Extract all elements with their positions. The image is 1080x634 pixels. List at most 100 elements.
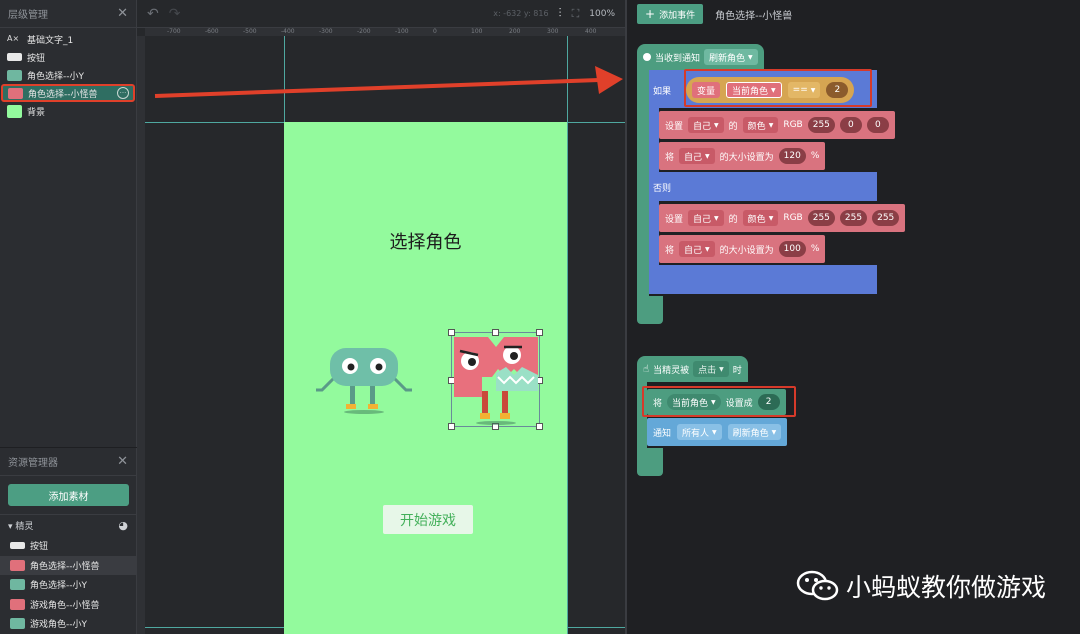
ruler-label: 100: [471, 28, 483, 35]
monster-selection-box[interactable]: [448, 329, 543, 430]
monster-red-thumb-icon: [10, 598, 25, 610]
resource-item[interactable]: 按钮: [0, 536, 136, 556]
ruler-labels: -700 -600 -500 -400 -300 -200 -100 0 100 200 300 40…: [145, 28, 625, 36]
ruler-label: 200: [509, 28, 521, 35]
property-dropdown[interactable]: 颜色 ▼: [742, 117, 779, 133]
event-dot-icon: [643, 53, 651, 61]
percent-label: %: [810, 151, 820, 161]
watermark-text: 小蚂蚁教你做游戏: [845, 573, 1046, 602]
set-label: 设置: [665, 214, 684, 225]
ruler-label: -400: [281, 28, 295, 35]
resource-item[interactable]: 角色选择--小Y: [0, 575, 136, 595]
layer-item-monster[interactable]: 角色选择--小怪兽 ···: [1, 84, 135, 102]
resource-item-label: 角色选择--小Y: [30, 581, 87, 592]
undo-icon[interactable]: ↶: [147, 6, 159, 22]
layer-item-background[interactable]: 背景: [0, 102, 136, 120]
resource-panel-title: 资源管理器: [8, 458, 58, 469]
red-monster-sprite: [454, 337, 538, 425]
resource-item-label: 游戏角色--小Y: [30, 620, 87, 631]
button-thumb-icon: [10, 542, 25, 550]
monster-red-thumb-icon: [10, 559, 25, 571]
close-icon[interactable]: ✕: [117, 7, 128, 20]
ruler-label: -200: [357, 28, 371, 35]
rgb-r-input[interactable]: 255: [807, 210, 835, 226]
sprite-section-header[interactable]: ▾ 精灵 ◕: [0, 514, 136, 536]
set-size-block[interactable]: 将 自己 ▼ 的大小设置为 120 %: [659, 142, 826, 170]
of-label: 的: [728, 121, 738, 132]
close-icon[interactable]: ✕: [117, 455, 128, 468]
target-dropdown[interactable]: 自己 ▼: [688, 117, 724, 133]
resource-item-label: 按钮: [30, 542, 49, 553]
stage-area: ↶ ↷ x: -632 y: 816 ⫶ ⛶ 100% -700 -600 -500…: [137, 0, 625, 634]
if-label: 如果: [653, 87, 672, 97]
event-receive-block[interactable]: 当收到通知 刷新角色 ▼: [637, 44, 764, 70]
redo-icon[interactable]: ↷: [169, 6, 181, 22]
rgb-g-input[interactable]: 255: [839, 210, 868, 226]
ruler-label: -300: [319, 28, 333, 35]
notify-message-dropdown[interactable]: 刷新角色 ▼: [727, 424, 782, 440]
rgb-b-input[interactable]: 255: [872, 210, 900, 226]
layer-item-label: 背景: [27, 107, 46, 118]
button-thumb-icon: [7, 53, 22, 61]
property-dropdown[interactable]: 颜色 ▼: [742, 210, 779, 226]
add-event-button[interactable]: + 添加事件: [637, 4, 704, 24]
size-prefix: 将: [665, 245, 675, 256]
monster-red-thumb-icon: [8, 87, 23, 99]
size-input[interactable]: 100: [778, 241, 806, 257]
layer-item-button[interactable]: 按钮: [0, 48, 136, 66]
message-dropdown[interactable]: 刷新角色 ▼: [704, 49, 758, 65]
resource-item[interactable]: 游戏角色--小Y: [0, 614, 136, 634]
monster-green-thumb-icon: [10, 618, 25, 630]
layer-item-text[interactable]: A× 基础文字_1: [0, 30, 136, 48]
resource-item-label: 角色选择--小怪兽: [30, 561, 100, 572]
resource-item-label: 游戏角色--小怪兽: [30, 600, 100, 611]
layer-item-label: 角色选择--小Y: [27, 71, 84, 82]
set-color-block[interactable]: 设置 自己 ▼ 的 颜色 ▼ RGB 255 255 255: [659, 204, 906, 232]
start-game-button[interactable]: 开始游戏: [383, 505, 473, 534]
size-input[interactable]: 120: [778, 148, 806, 164]
annotation-arrow: [154, 66, 623, 98]
set-size-block[interactable]: 将 自己 ▼ 的大小设置为 100 %: [659, 235, 826, 263]
ruler-label: 0: [433, 28, 437, 35]
target-dropdown[interactable]: 自己 ▼: [679, 148, 715, 164]
sprite-section-label: ▾ 精灵: [8, 522, 34, 532]
app-root: 层级管理 ✕ A× 基础文字_1 按钮 角色选择--小Y 角色选择--小怪兽 ·…: [0, 0, 1080, 634]
rgb-r-input[interactable]: 255: [807, 117, 835, 133]
adjust-icon[interactable]: ⫶: [559, 6, 562, 21]
event-body-left: [637, 70, 649, 296]
ruler-label: -500: [243, 28, 257, 35]
target-dropdown[interactable]: 自己 ▼: [688, 210, 724, 226]
set-color-block[interactable]: 设置 自己 ▼ 的 颜色 ▼ RGB 255 0 0: [659, 111, 895, 139]
fit-screen-icon[interactable]: ⛶: [572, 7, 580, 21]
of-label: 的: [728, 214, 738, 225]
ruler-label: 300: [547, 28, 559, 35]
zoom-level: 100%: [589, 8, 615, 19]
palette-icon[interactable]: ◕: [118, 519, 128, 532]
rgb-b-input[interactable]: 0: [866, 117, 889, 133]
stage-title: 选择角色: [389, 232, 462, 253]
trigger-dropdown[interactable]: 点击 ▼: [693, 361, 729, 377]
stage-toolbar: ↶ ↷ x: -632 y: 816 ⫶ ⛶ 100%: [137, 0, 625, 28]
stage-canvas[interactable]: 选择角色 开始游戏: [284, 122, 567, 634]
notify-block[interactable]: 通知 所有人 ▼ 刷新角色 ▼: [647, 418, 788, 446]
resource-item[interactable]: 游戏角色--小怪兽: [0, 595, 136, 615]
rgb-label: RGB: [783, 120, 803, 130]
notify-target-dropdown[interactable]: 所有人 ▼: [677, 424, 722, 440]
hand-pointer-icon: ☝: [643, 363, 650, 375]
add-asset-button[interactable]: 添加素材: [8, 484, 129, 506]
size-mid-label: 的大小设置为: [719, 245, 774, 256]
resource-item[interactable]: 角色选择--小怪兽: [0, 555, 136, 575]
green-monster-sprite[interactable]: [312, 344, 416, 414]
layer-item-label: 基础文字_1: [27, 35, 74, 46]
layer-item-xiaoy[interactable]: 角色选择--小Y: [0, 66, 136, 84]
event-click-block[interactable]: ☝ 当精灵被 点击 ▼ 时: [637, 356, 748, 382]
target-dropdown[interactable]: 自己 ▼: [679, 241, 715, 257]
rgb-g-input[interactable]: 0: [839, 117, 862, 133]
more-icon[interactable]: ···: [117, 87, 129, 99]
plus-icon: +: [645, 7, 656, 21]
ruler-horizontal: -700 -600 -500 -400 -300 -200 -100 0 100 200 300 40…: [145, 28, 625, 36]
ruler-label: -600: [205, 28, 219, 35]
layer-item-label: 按钮: [27, 53, 46, 64]
set-variable-highlight: [642, 386, 796, 417]
event-label: 当精灵被: [653, 365, 690, 376]
